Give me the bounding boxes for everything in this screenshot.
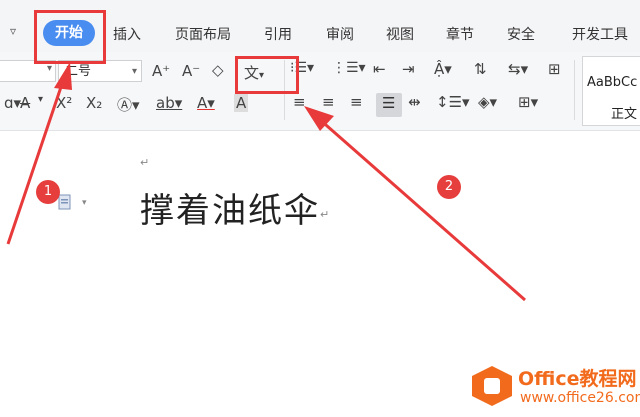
chevron-down-icon[interactable]: ▾ bbox=[47, 63, 52, 74]
line-spacing-icon[interactable]: ↕☰▾ bbox=[436, 93, 470, 111]
align-left-icon[interactable]: ≡ bbox=[293, 93, 306, 111]
paragraph-mark: ↵ bbox=[320, 208, 330, 221]
font-color-icon[interactable]: A▾ bbox=[197, 94, 215, 112]
tab-references[interactable]: 引用 bbox=[264, 24, 292, 44]
highlight-box-phonetic bbox=[235, 56, 299, 94]
watermark-url: www.office26.com bbox=[520, 390, 640, 406]
font-outline-icon[interactable]: Ⓐ▾ bbox=[117, 94, 140, 115]
highlight-icon[interactable]: ab▾ bbox=[156, 94, 182, 112]
show-marks-icon[interactable]: ⇆▾ bbox=[508, 60, 528, 78]
numbered-list-icon[interactable]: ⋮☰▾ bbox=[332, 60, 366, 76]
strikethrough-icon[interactable]: A bbox=[20, 94, 30, 112]
office-logo-icon bbox=[472, 366, 512, 406]
sort-icon[interactable]: ⇅ bbox=[474, 60, 487, 78]
watermark-title: Office教程网 bbox=[518, 368, 637, 390]
tab-page-layout[interactable]: 页面布局 bbox=[175, 24, 231, 44]
step-badge-2: 2 bbox=[437, 175, 461, 199]
document-heading[interactable]: 撑着油纸伞 bbox=[140, 183, 320, 232]
chevron-down-icon[interactable]: ▾ bbox=[132, 61, 137, 83]
table-grid-icon[interactable]: ⊞ bbox=[548, 60, 561, 78]
superscript-icon[interactable]: X² bbox=[56, 94, 72, 112]
separator bbox=[574, 60, 575, 120]
shrink-font-icon[interactable]: A⁻ bbox=[182, 62, 200, 80]
justify-button[interactable]: ☰ bbox=[376, 93, 402, 117]
align-center-icon[interactable]: ≡ bbox=[322, 93, 335, 111]
distributed-align-icon[interactable]: ⇹ bbox=[408, 93, 421, 111]
arrow-2-line bbox=[317, 116, 526, 302]
step-badge-1: 1 bbox=[36, 180, 60, 204]
paragraph-mark: ↵ bbox=[140, 156, 150, 169]
tab-insert[interactable]: 插入 bbox=[113, 24, 141, 44]
watermark: Office教程网 www.office26.com bbox=[470, 362, 640, 412]
tab-section[interactable]: 章节 bbox=[446, 24, 474, 44]
chevron-down-icon[interactable]: ▿ bbox=[10, 24, 16, 38]
borders-icon[interactable]: ⊞▾ bbox=[518, 93, 538, 111]
style-sample: AaBbCc bbox=[587, 75, 638, 90]
style-name: 正文 bbox=[611, 107, 638, 122]
tab-security[interactable]: 安全 bbox=[507, 24, 535, 44]
increase-indent-icon[interactable]: ⇥ bbox=[402, 60, 415, 78]
tab-review[interactable]: 审阅 bbox=[326, 24, 354, 44]
decrease-indent-icon[interactable]: ⇤ bbox=[373, 60, 386, 78]
char-shading-icon[interactable]: A bbox=[234, 94, 249, 112]
grow-font-icon[interactable]: A⁺ bbox=[152, 62, 170, 80]
align-right-icon[interactable]: ≡ bbox=[350, 93, 363, 111]
style-gallery[interactable]: AaBbCc 正文 bbox=[582, 56, 640, 126]
chevron-down-icon[interactable]: ▾ bbox=[82, 198, 87, 208]
clear-format-icon[interactable]: ◇ bbox=[212, 61, 224, 79]
tab-developer[interactable]: 开发工具 bbox=[572, 24, 628, 44]
subscript-icon[interactable]: X₂ bbox=[86, 94, 102, 112]
document-icon[interactable] bbox=[58, 194, 72, 210]
shading-icon[interactable]: ◈▾ bbox=[478, 93, 497, 111]
justify-icon: ☰ bbox=[382, 94, 396, 112]
chevron-down-icon[interactable]: ▾ bbox=[38, 94, 43, 105]
tab-view[interactable]: 视图 bbox=[386, 24, 414, 44]
highlight-box-home-tab bbox=[34, 10, 106, 64]
text-effect-icon[interactable]: ɑ▾ bbox=[4, 94, 21, 112]
char-spacing-icon[interactable]: Ậ▾ bbox=[434, 60, 452, 78]
font-size-value: 二号 bbox=[65, 64, 92, 79]
